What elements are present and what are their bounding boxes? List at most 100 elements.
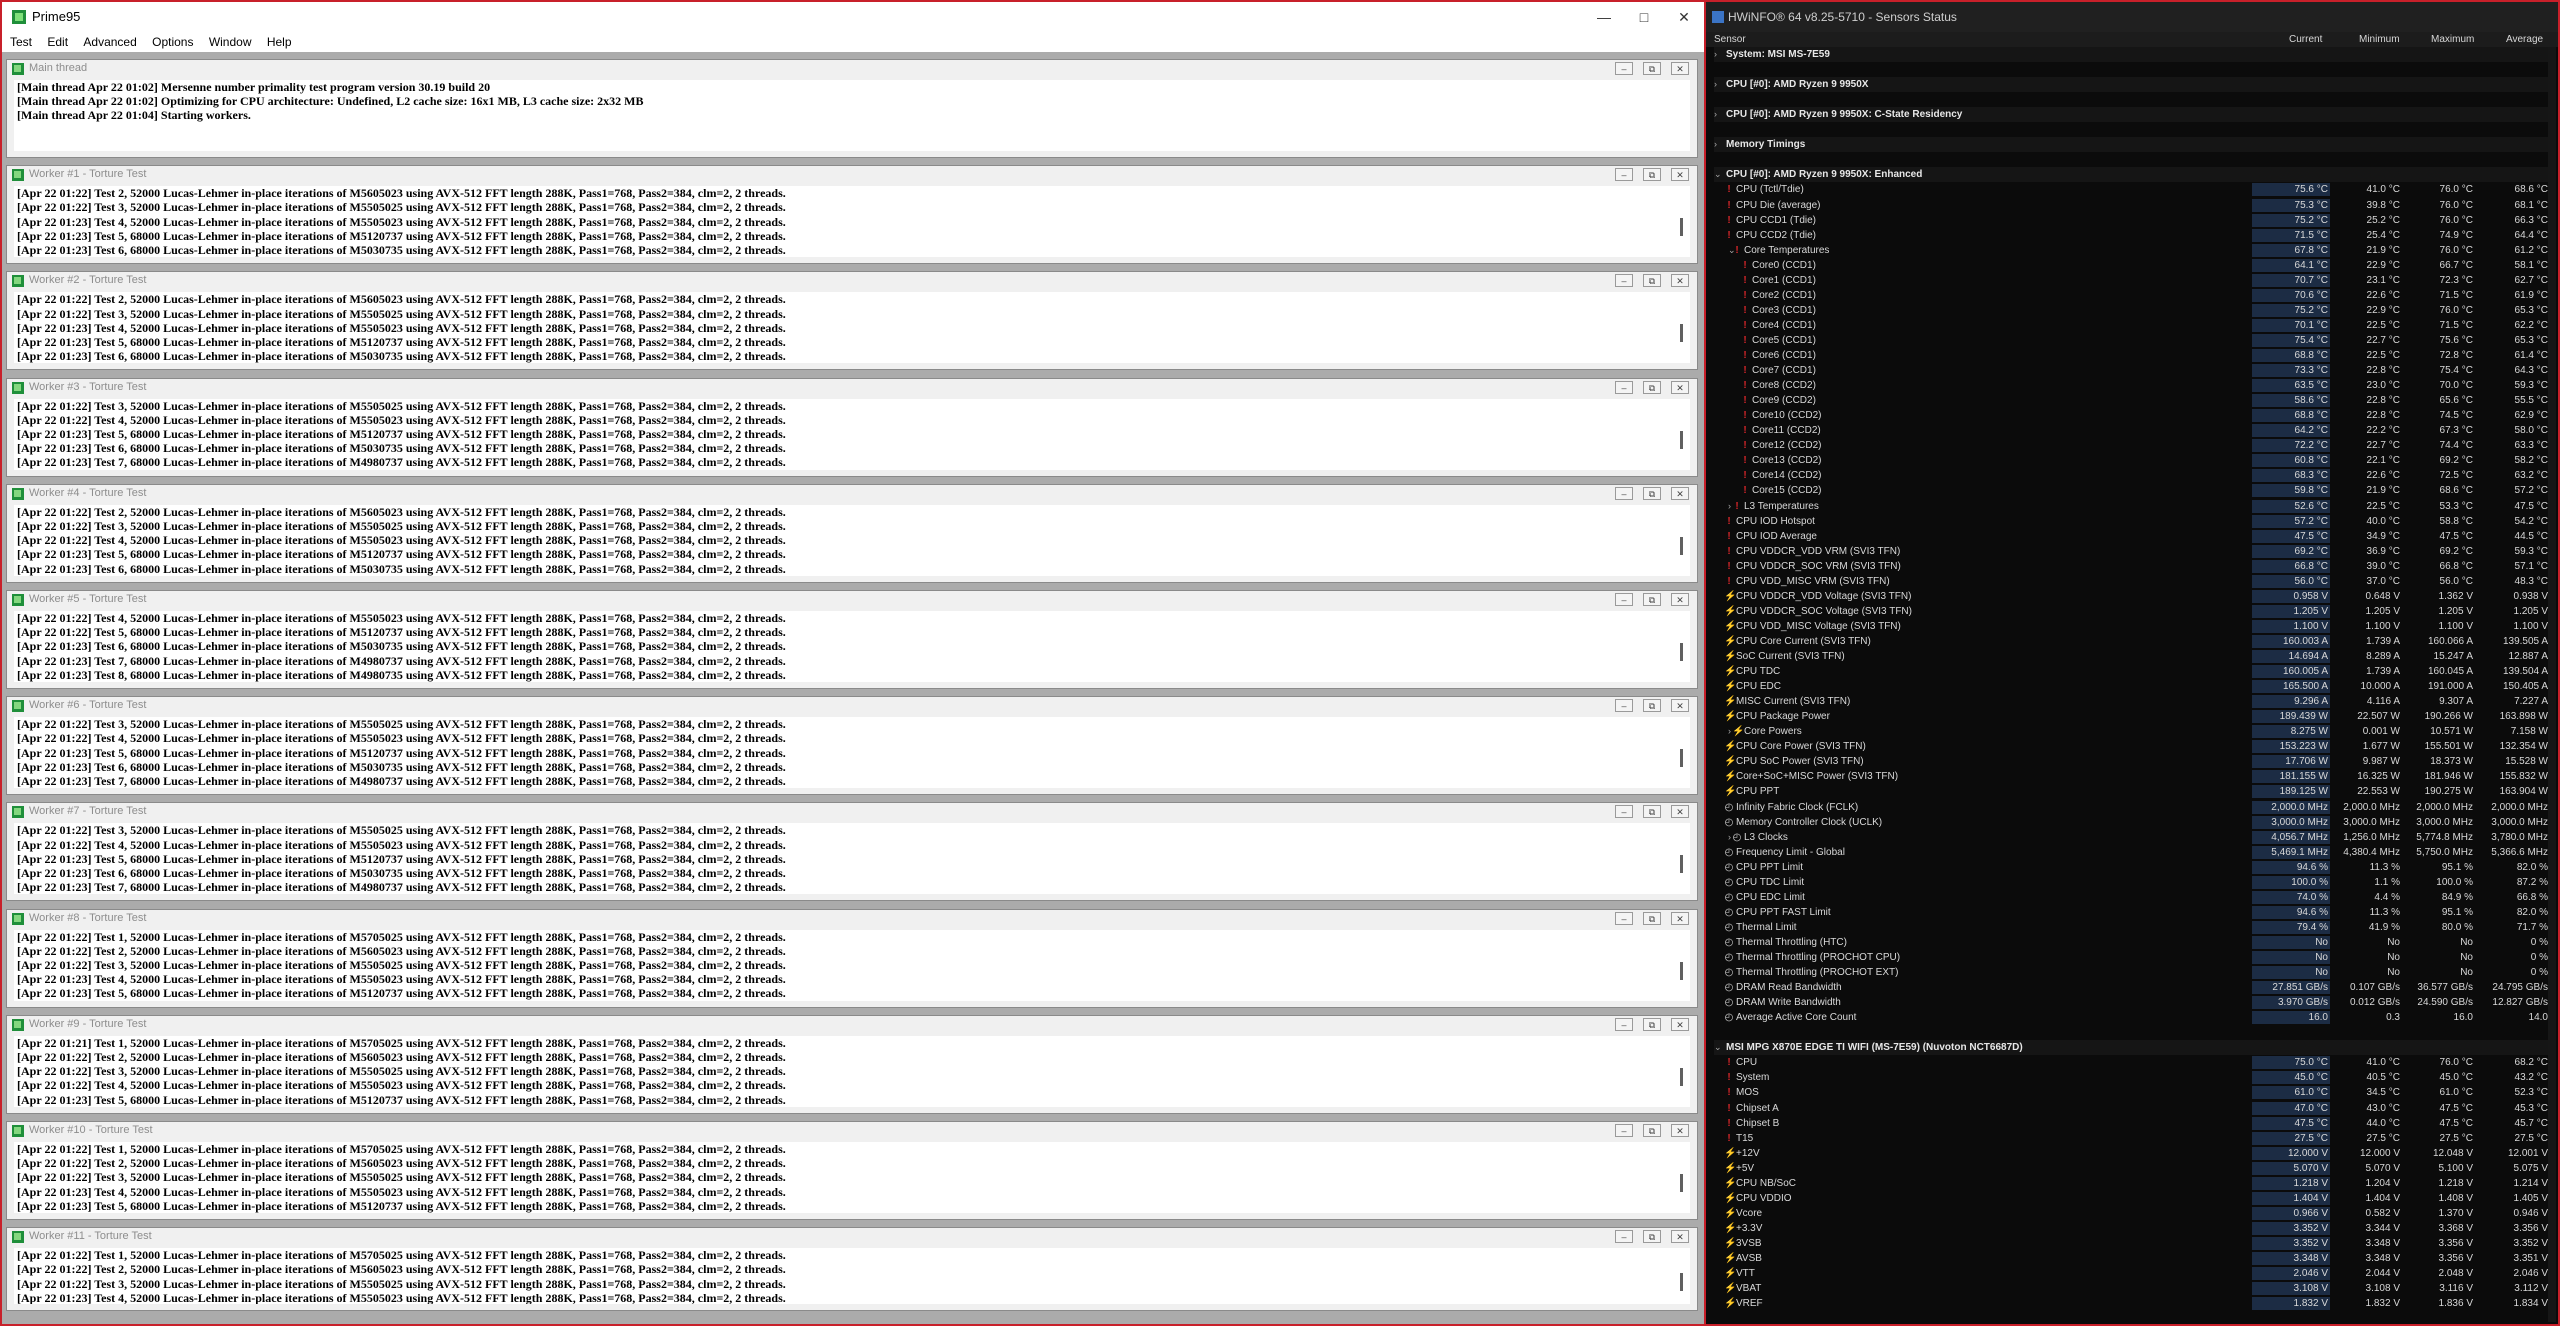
mdi-restore-button[interactable]: ⧉ — [1643, 911, 1661, 925]
mdi-minimize-button[interactable]: – — [1615, 699, 1633, 713]
col-average[interactable]: Average — [2506, 34, 2543, 45]
mdi-close-button[interactable]: ✕ — [1671, 805, 1689, 819]
log-scrollbar[interactable] — [1676, 611, 1688, 682]
worker-window[interactable]: Worker #3 - Torture Test – ⧉ ✕ [Apr 22 01:22… — [6, 377, 1698, 477]
sensor-group-header[interactable]: › System: MSI MS-7E59 — [1706, 47, 2558, 62]
expand-chevron-icon[interactable]: › — [1728, 726, 1731, 736]
log-scrollbar[interactable] — [1676, 1142, 1688, 1213]
mdi-close-button[interactable]: ✕ — [1671, 168, 1689, 182]
sensor-row[interactable]: ⚡ +3.3V 3.352 V 3.344 V 3.368 V 3.356 V — [1706, 1221, 2558, 1236]
menu-edit[interactable]: Edit — [47, 32, 68, 52]
sensor-row[interactable]: ◴ Memory Controller Clock (UCLK) 3,000.0 M… — [1706, 815, 2558, 830]
sensor-row[interactable]: ! Core12 (CCD2) 72.2 °C 22.7 °C 74.4 °C 63.3 … — [1706, 438, 2558, 453]
sensor-row[interactable]: ⚡ +5V 5.070 V 5.070 V 5.100 V 5.075 V — [1706, 1161, 2558, 1176]
mdi-close-button[interactable]: ✕ — [1671, 62, 1689, 75]
mdi-titlebar[interactable]: Worker #2 - Torture Test – ⧉ ✕ — [7, 272, 1697, 291]
sensor-row[interactable]: ⚡ CPU Core Power (SVI3 TFN) 153.223 W 1.677… — [1706, 739, 2558, 754]
mdi-close-button[interactable]: ✕ — [1671, 274, 1689, 288]
sensor-row[interactable]: ⚡ Core+SoC+MISC Power (SVI3 TFN) 181.155 W… — [1706, 769, 2558, 784]
sensor-row[interactable]: ! T15 27.5 °C 27.5 °C 27.5 °C 27.5 °C — [1706, 1131, 2558, 1146]
mdi-restore-button[interactable]: ⧉ — [1643, 486, 1661, 500]
mdi-titlebar[interactable]: Worker #3 - Torture Test – ⧉ ✕ — [7, 378, 1697, 397]
sensor-group-header[interactable]: › CPU [#0]: AMD Ryzen 9 9950X — [1706, 77, 2558, 93]
minimize-button[interactable]: — — [1584, 2, 1624, 32]
mdi-titlebar[interactable]: Main thread – ⧉ ✕ — [7, 60, 1697, 78]
mdi-close-button[interactable]: ✕ — [1671, 593, 1689, 606]
col-maximum[interactable]: Maximum — [2431, 34, 2474, 45]
sensor-row[interactable]: ⚡ CPU VDDCR_VDD Voltage (SVI3 TFN) 0.958 V… — [1706, 589, 2558, 604]
worker-window[interactable]: Worker #5 - Torture Test – ⧉ ✕ [Apr 22 01:22… — [6, 590, 1698, 689]
sensor-row[interactable]: ◴ Infinity Fabric Clock (FCLK) 2,000.0 MHz… — [1706, 800, 2558, 815]
sensor-row[interactable]: ! Core8 (CCD2) 63.5 °C 23.0 °C 70.0 °C 59.3 °… — [1706, 378, 2558, 393]
prime95-titlebar[interactable]: Prime95 — □ ✕ — [2, 2, 1704, 32]
sensor-row[interactable]: ⌄! Core Temperatures 67.8 °C 21.9 °C 76.0 °C… — [1706, 243, 2558, 258]
mdi-restore-button[interactable]: ⧉ — [1643, 168, 1661, 182]
mdi-titlebar[interactable]: Worker #7 - Torture Test – ⧉ ✕ — [7, 803, 1697, 822]
sensor-row[interactable]: ! Core9 (CCD2) 58.6 °C 22.8 °C 65.6 °C 55.5 °… — [1706, 393, 2558, 408]
sensor-row[interactable]: ! System 45.0 °C 40.5 °C 45.0 °C 43.2 °C — [1706, 1070, 2558, 1085]
mdi-minimize-button[interactable]: – — [1615, 380, 1633, 394]
mdi-minimize-button[interactable]: – — [1615, 1017, 1633, 1031]
mdi-minimize-button[interactable]: – — [1615, 805, 1633, 819]
sensor-row[interactable]: ! CPU CCD1 (Tdie) 75.2 °C 25.2 °C 76.0 °C 66.… — [1706, 213, 2558, 228]
mdi-restore-button[interactable]: ⧉ — [1643, 1017, 1661, 1031]
sensor-row[interactable]: ! Core13 (CCD2) 60.8 °C 22.1 °C 69.2 °C 58.2 … — [1706, 453, 2558, 468]
mdi-close-button[interactable]: ✕ — [1671, 1124, 1689, 1137]
mdi-titlebar[interactable]: Worker #9 - Torture Test – ⧉ ✕ — [7, 1015, 1697, 1034]
log-scrollbar[interactable] — [1676, 399, 1688, 470]
expand-chevron-icon[interactable]: › — [1714, 79, 1717, 89]
menu-test[interactable]: Test — [10, 32, 32, 52]
sensor-row[interactable]: ! MOS 61.0 °C 34.5 °C 61.0 °C 52.3 °C — [1706, 1085, 2558, 1100]
sensor-row[interactable]: ! Core3 (CCD1) 75.2 °C 22.9 °C 76.0 °C 65.3 °… — [1706, 303, 2558, 318]
log-scrollbar[interactable] — [1676, 505, 1688, 576]
mdi-close-button[interactable]: ✕ — [1671, 1230, 1689, 1244]
log-scrollbar[interactable] — [1676, 1036, 1688, 1107]
mdi-restore-button[interactable]: ⧉ — [1643, 1230, 1661, 1244]
sensor-row[interactable]: ! CPU IOD Hotspot 57.2 °C 40.0 °C 58.8 °C 54.… — [1706, 514, 2558, 529]
sensor-row[interactable]: ◴ Thermal Throttling (PROCHOT CPU) No No No 0… — [1706, 950, 2558, 965]
sensor-row[interactable]: ! Core15 (CCD2) 59.8 °C 21.9 °C 68.6 °C 57.2 … — [1706, 483, 2558, 498]
mdi-minimize-button[interactable]: – — [1615, 486, 1633, 500]
sensor-row[interactable]: ! Core10 (CCD2) 68.8 °C 22.8 °C 74.5 °C 62.9 … — [1706, 408, 2558, 423]
main-thread-window[interactable]: Main thread – ⧉ ✕ [Main thread Apr 22 01:02]… — [6, 59, 1698, 158]
worker-window[interactable]: Worker #11 - Torture Test – ⧉ ✕ [Apr 22 01:2… — [6, 1227, 1698, 1312]
sensor-row[interactable]: ⚡ CPU VDDIO 1.404 V 1.404 V 1.408 V 1.405 V — [1706, 1191, 2558, 1206]
sensor-row[interactable]: ◴ DRAM Read Bandwidth 27.851 GB/s 0.107 GB/… — [1706, 980, 2558, 995]
expand-chevron-icon[interactable]: › — [1714, 49, 1717, 59]
sensor-row[interactable]: ! CPU VDDCR_SOC VRM (SVI3 TFN) 66.8 °C 39.0… — [1706, 559, 2558, 574]
menu-advanced[interactable]: Advanced — [83, 32, 136, 52]
menu-options[interactable]: Options — [152, 32, 193, 52]
mdi-minimize-button[interactable]: – — [1615, 1230, 1633, 1244]
collapse-chevron-icon[interactable]: ⌄ — [1714, 1042, 1722, 1053]
close-button[interactable]: ✕ — [1664, 2, 1704, 32]
mdi-close-button[interactable]: ✕ — [1671, 1017, 1689, 1031]
mdi-titlebar[interactable]: Worker #11 - Torture Test – ⧉ ✕ — [7, 1228, 1697, 1247]
sensor-row[interactable]: ⚡ SoC Current (SVI3 TFN) 14.694 A 8.289 A 15… — [1706, 649, 2558, 664]
sensor-row[interactable]: ⚡ CPU Package Power 189.439 W 22.507 W 190.2… — [1706, 709, 2558, 724]
sensor-row[interactable]: ! Core5 (CCD1) 75.4 °C 22.7 °C 75.6 °C 65.3 °… — [1706, 333, 2558, 348]
sensor-group-header[interactable]: › Memory Timings — [1706, 137, 2558, 153]
mdi-minimize-button[interactable]: – — [1615, 274, 1633, 288]
mdi-restore-button[interactable]: ⧉ — [1643, 593, 1661, 606]
expand-chevron-icon[interactable]: › — [1714, 109, 1717, 119]
mdi-titlebar[interactable]: Worker #6 - Torture Test – ⧉ ✕ — [7, 697, 1697, 716]
col-minimum[interactable]: Minimum — [2359, 34, 2400, 45]
sensor-row[interactable]: ! Core0 (CCD1) 64.1 °C 22.9 °C 66.7 °C 58.1 °… — [1706, 258, 2558, 273]
worker-window[interactable]: Worker #1 - Torture Test – ⧉ ✕ [Apr 22 01:22… — [6, 165, 1698, 265]
sensor-row[interactable]: ! CPU VDDCR_VDD VRM (SVI3 TFN) 69.2 °C 36.9… — [1706, 544, 2558, 559]
menu-window[interactable]: Window — [209, 32, 252, 52]
worker-window[interactable]: Worker #2 - Torture Test – ⧉ ✕ [Apr 22 01:22… — [6, 271, 1698, 371]
sensor-row[interactable]: ⚡ MISC Current (SVI3 TFN) 9.296 A 4.116 A 9.… — [1706, 694, 2558, 709]
mdi-titlebar[interactable]: Worker #4 - Torture Test – ⧉ ✕ — [7, 484, 1697, 503]
sensor-row[interactable]: ⚡ CPU PPT 189.125 W 22.553 W 190.275 W 163.90… — [1706, 784, 2558, 799]
sensor-row[interactable]: ! CPU Die (average) 75.3 °C 39.8 °C 76.0 °C 6… — [1706, 198, 2558, 213]
sensor-row[interactable]: ◴ Thermal Limit 79.4 % 41.9 % 80.0 % 71.7 % — [1706, 920, 2558, 935]
sensor-row[interactable]: ! Core4 (CCD1) 70.1 °C 22.5 °C 71.5 °C 62.2 °… — [1706, 318, 2558, 333]
sensor-row[interactable]: ◴ DRAM Write Bandwidth 3.970 GB/s 0.012 GB/… — [1706, 995, 2558, 1010]
sensor-group-header[interactable]: › CPU [#0]: AMD Ryzen 9 9950X: C-State Re… — [1706, 107, 2558, 123]
mdi-restore-button[interactable]: ⧉ — [1643, 62, 1661, 75]
sensor-row[interactable]: ◴ CPU PPT FAST Limit 94.6 % 11.3 % 95.1 % 82.… — [1706, 905, 2558, 920]
mdi-titlebar[interactable]: Worker #8 - Torture Test – ⧉ ✕ — [7, 909, 1697, 928]
sensor-row[interactable]: ⚡ 3VSB 3.352 V 3.348 V 3.356 V 3.352 V — [1706, 1236, 2558, 1251]
worker-window[interactable]: Worker #6 - Torture Test – ⧉ ✕ [Apr 22 01:22… — [6, 696, 1698, 796]
